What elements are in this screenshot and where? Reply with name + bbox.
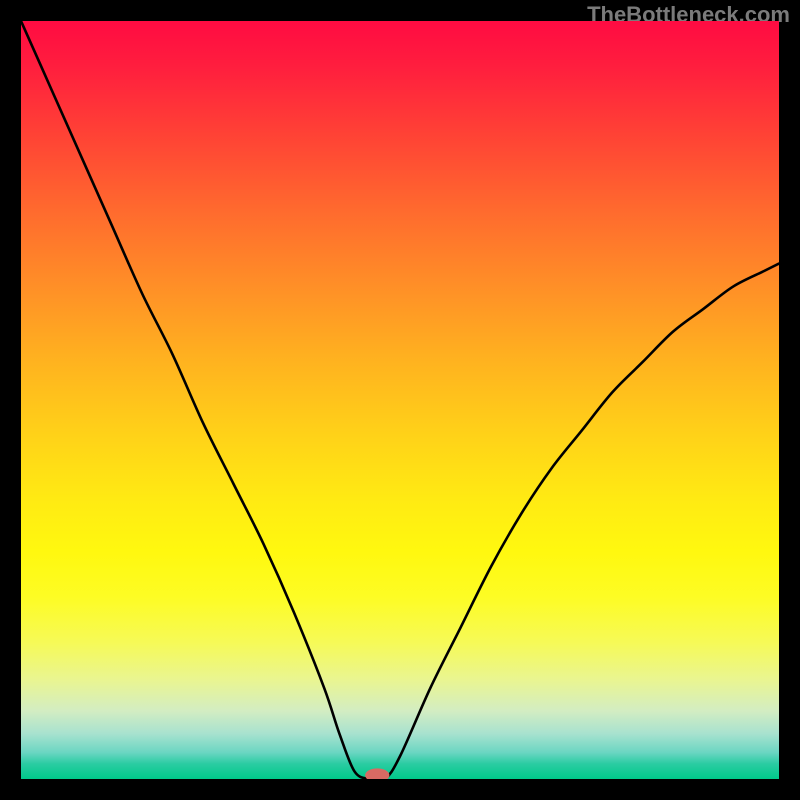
plot-area <box>21 21 779 779</box>
curve-layer <box>21 21 779 779</box>
chart-frame: TheBottleneck.com <box>0 0 800 800</box>
optimal-point-marker <box>365 768 389 779</box>
bottleneck-curve <box>21 21 779 779</box>
